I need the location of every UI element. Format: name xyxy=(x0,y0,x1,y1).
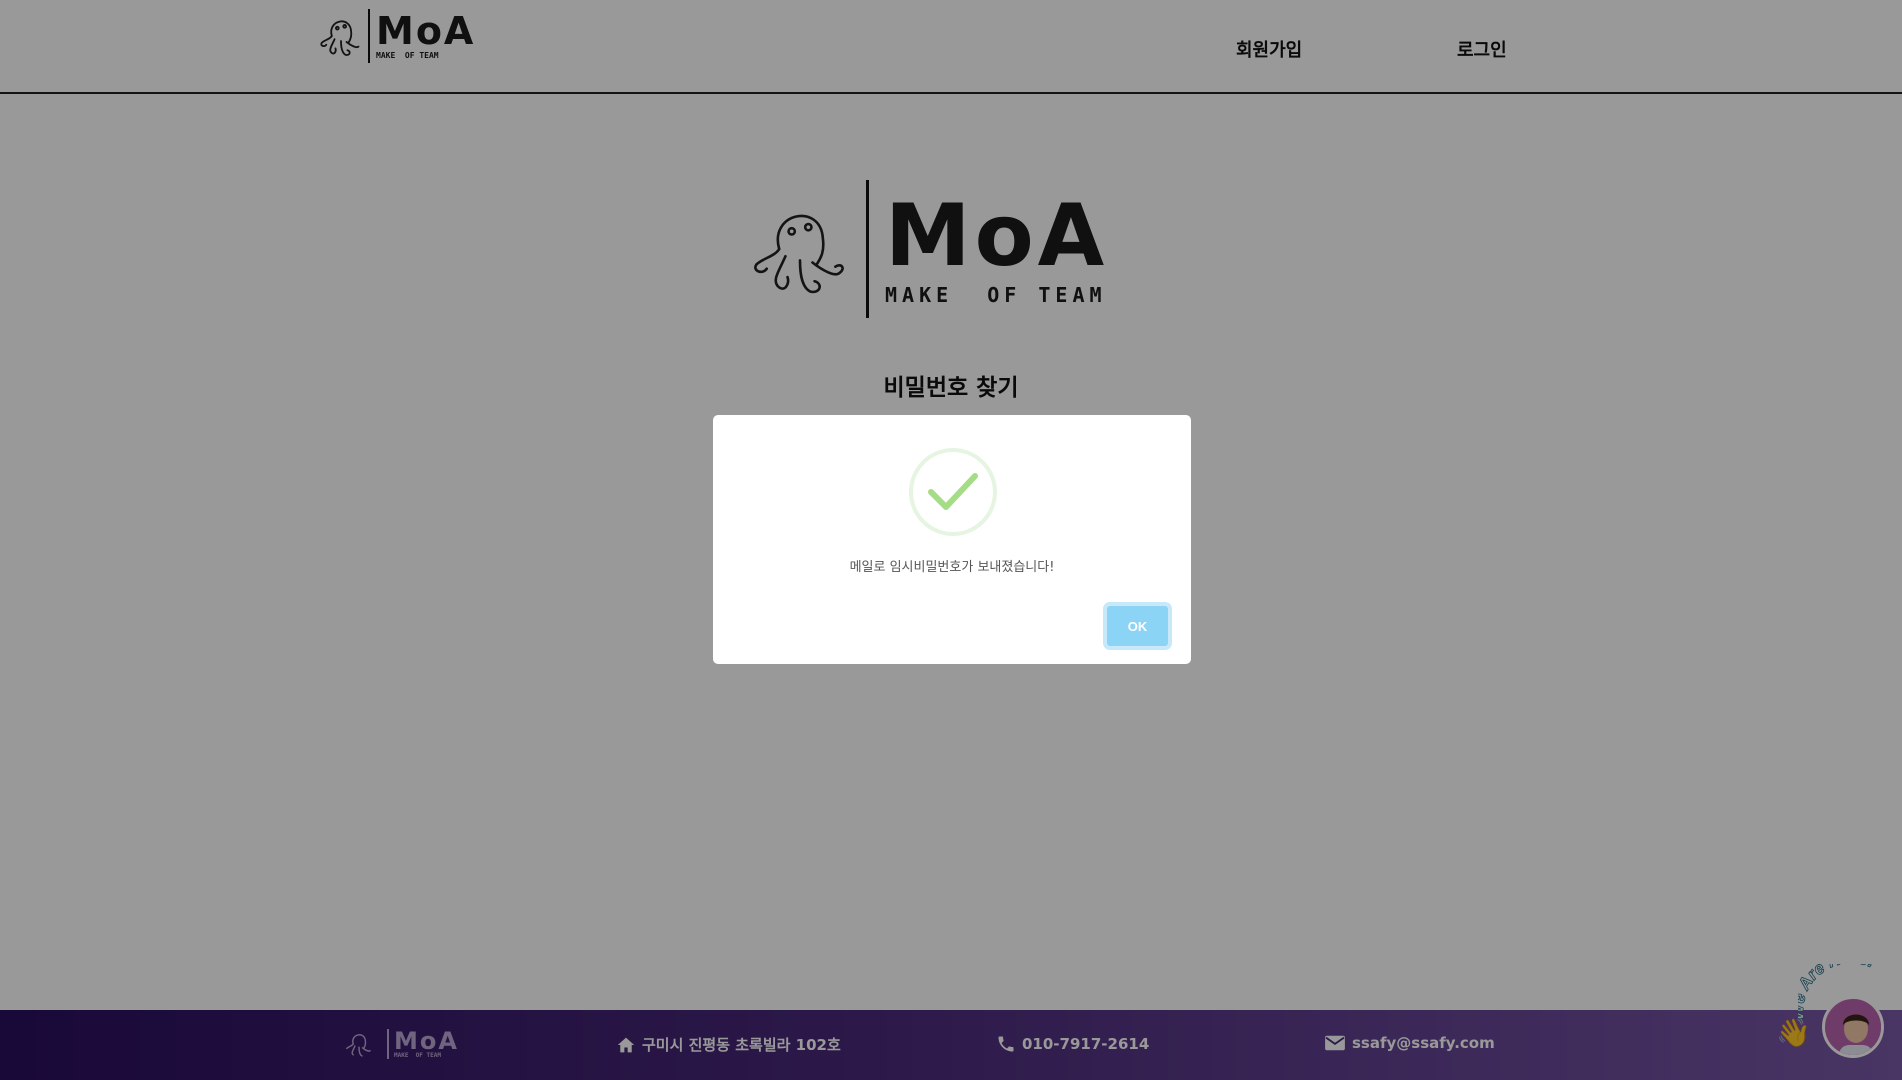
success-dialog: 메일로 임시비밀번호가 보내졌습니다! OK xyxy=(713,415,1191,664)
success-check-icon xyxy=(909,448,997,536)
ok-button[interactable]: OK xyxy=(1105,604,1170,648)
dialog-message: 메일로 임시비밀번호가 보내졌습니다! xyxy=(849,560,1055,575)
